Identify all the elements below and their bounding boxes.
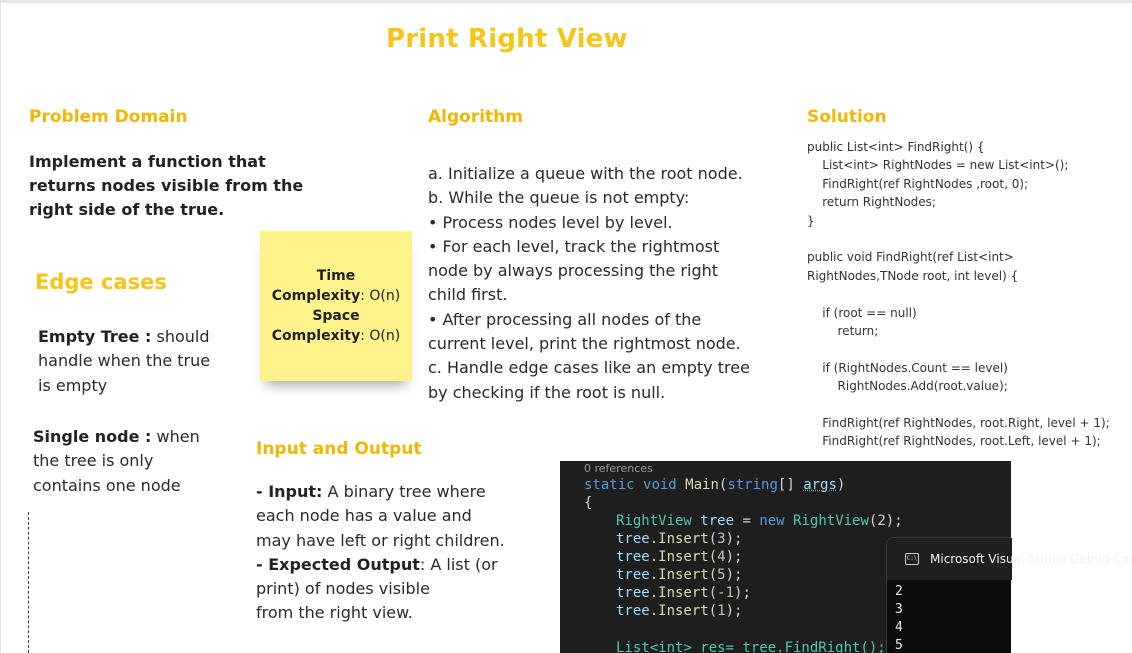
- complexity-sticky-note: Time Complexity: O(n) Space Complexity: …: [260, 231, 412, 381]
- solution-line: FindRight(ref RightNodes ,root, 0);: [807, 176, 1029, 191]
- algorithm-line: • For each level, track the rightmost: [428, 236, 720, 256]
- output-text: : A list (or: [419, 554, 498, 574]
- single-node-text: contains one node: [33, 475, 181, 495]
- main-signature-line: static void Main(string[] args): [584, 477, 846, 493]
- output-text: print) of nodes visible: [256, 579, 430, 599]
- algorithm-line: child first.: [428, 285, 508, 305]
- input-label: - Input:: [256, 482, 323, 501]
- time-label: Time: [316, 268, 356, 284]
- problem-text: Implement a function that returns nodes …: [29, 150, 303, 222]
- output-label: - Expected Output: [256, 554, 420, 574]
- console-title: Microsoft Visual Studio Debug Console: [930, 552, 1132, 566]
- empty-tree-text: handle when the true: [38, 351, 211, 371]
- single-node-text: when: [151, 427, 200, 446]
- debug-console-window[interactable]: C:\ Microsoft Visual Studio Debug Consol…: [886, 537, 1132, 653]
- single-node-text: the tree is only: [33, 451, 154, 471]
- insert-line: tree.Insert(1);: [616, 603, 743, 619]
- references-codelens[interactable]: 0 references: [584, 462, 653, 475]
- solution-code: public List<int> FindRight() { List<int>…: [807, 138, 1127, 451]
- solution-line: FindRight(ref RightNodes, root.Right, le…: [807, 415, 1110, 430]
- space-label: Space: [312, 308, 360, 324]
- algorithm-line: current level, print the rightmost node.: [428, 334, 741, 354]
- indent-guide: [28, 512, 29, 653]
- problem-line: Implement a function that: [29, 152, 266, 171]
- algorithm-line: by checking if the root is null.: [428, 382, 666, 402]
- empty-tree-label: Empty Tree :: [38, 327, 152, 346]
- top-border: [0, 0, 1132, 3]
- edge-case-single: Single node : when the tree is only cont…: [33, 425, 200, 498]
- declaration-line: RightView tree = new RightView(2);: [616, 513, 903, 529]
- algorithm-line: • After processing all nodes of the: [428, 309, 702, 329]
- find-right-call-line: List<int> res= tree.FindRight();: [616, 640, 886, 653]
- solution-line: [807, 395, 1127, 413]
- solution-line: FindRight(ref RightNodes, root.Left, lev…: [807, 434, 1101, 449]
- console-output-line: 4: [895, 620, 903, 635]
- empty-tree-text: is empty: [38, 375, 108, 395]
- space-value: : O(n): [360, 328, 401, 344]
- console-output-line: 5: [895, 638, 903, 653]
- solution-line: List<int> RightNodes = new List<int>();: [807, 158, 1069, 173]
- solution-line: }: [807, 213, 815, 228]
- insert-line: tree.Insert(4);: [616, 549, 743, 565]
- console-icon: C:\: [905, 553, 919, 565]
- solution-line: [807, 285, 1127, 303]
- empty-tree-text: should: [151, 327, 210, 346]
- solution-line: [807, 340, 1127, 358]
- problem-domain-heading: Problem Domain: [29, 107, 188, 127]
- problem-line: returns nodes visible from the: [29, 176, 304, 195]
- insert-line: tree.Insert(3);: [616, 531, 743, 547]
- problem-line: right side of the true.: [29, 200, 225, 219]
- io-heading: Input and Output: [256, 439, 422, 459]
- io-text: - Input: A binary tree where each node h…: [256, 480, 505, 626]
- console-title-bar[interactable]: C:\ Microsoft Visual Studio Debug Consol…: [887, 538, 1132, 580]
- solution-line: return RightNodes;: [807, 195, 936, 210]
- solution-line: [807, 230, 1127, 248]
- input-text: each node has a value and: [256, 506, 472, 526]
- time-value: : O(n): [360, 288, 401, 304]
- algorithm-line: • Process nodes level by level.: [428, 212, 673, 232]
- algorithm-line: a. Initialize a queue with the root node…: [428, 164, 743, 183]
- single-node-label: Single node :: [33, 427, 152, 446]
- solution-line: if (root == null): [807, 305, 917, 320]
- space-label: Complexity: [271, 328, 361, 344]
- solution-heading: Solution: [807, 107, 887, 127]
- algorithm-line: b. While the queue is not empty:: [428, 188, 690, 208]
- solution-line: if (RightNodes.Count == level): [807, 360, 1008, 375]
- insert-line: tree.Insert(-1);: [616, 585, 751, 601]
- open-brace-line: {: [584, 495, 593, 511]
- solution-line: RightNodes.Add(root.value);: [807, 379, 1008, 394]
- algorithm-line: c. Handle edge cases like an empty tree: [428, 358, 750, 378]
- algorithm-heading: Algorithm: [428, 107, 523, 127]
- solution-line: return;: [807, 323, 879, 338]
- algorithm-text: a. Initialize a queue with the root node…: [428, 162, 750, 405]
- page-title: Print Right View: [386, 24, 628, 54]
- input-text: A binary tree where: [322, 482, 486, 501]
- left-border: [0, 0, 1, 653]
- algorithm-line: node by always processing the right: [428, 261, 719, 281]
- time-label: Complexity: [271, 288, 361, 304]
- solution-line: public List<int> FindRight() {: [807, 140, 985, 154]
- console-output-line: 2: [895, 584, 903, 599]
- input-text: may have left or right children.: [256, 530, 505, 550]
- insert-line: tree.Insert(5);: [616, 567, 743, 583]
- solution-line: public void FindRight(ref List<int>: [807, 250, 1014, 265]
- edge-cases-heading: Edge cases: [35, 270, 167, 294]
- console-output-line: 3: [895, 602, 903, 617]
- solution-line: RightNodes,TNode root, int level) {: [807, 268, 1019, 283]
- output-text: from the right view.: [256, 603, 413, 623]
- edge-case-empty: Empty Tree : should handle when the true…: [38, 325, 210, 398]
